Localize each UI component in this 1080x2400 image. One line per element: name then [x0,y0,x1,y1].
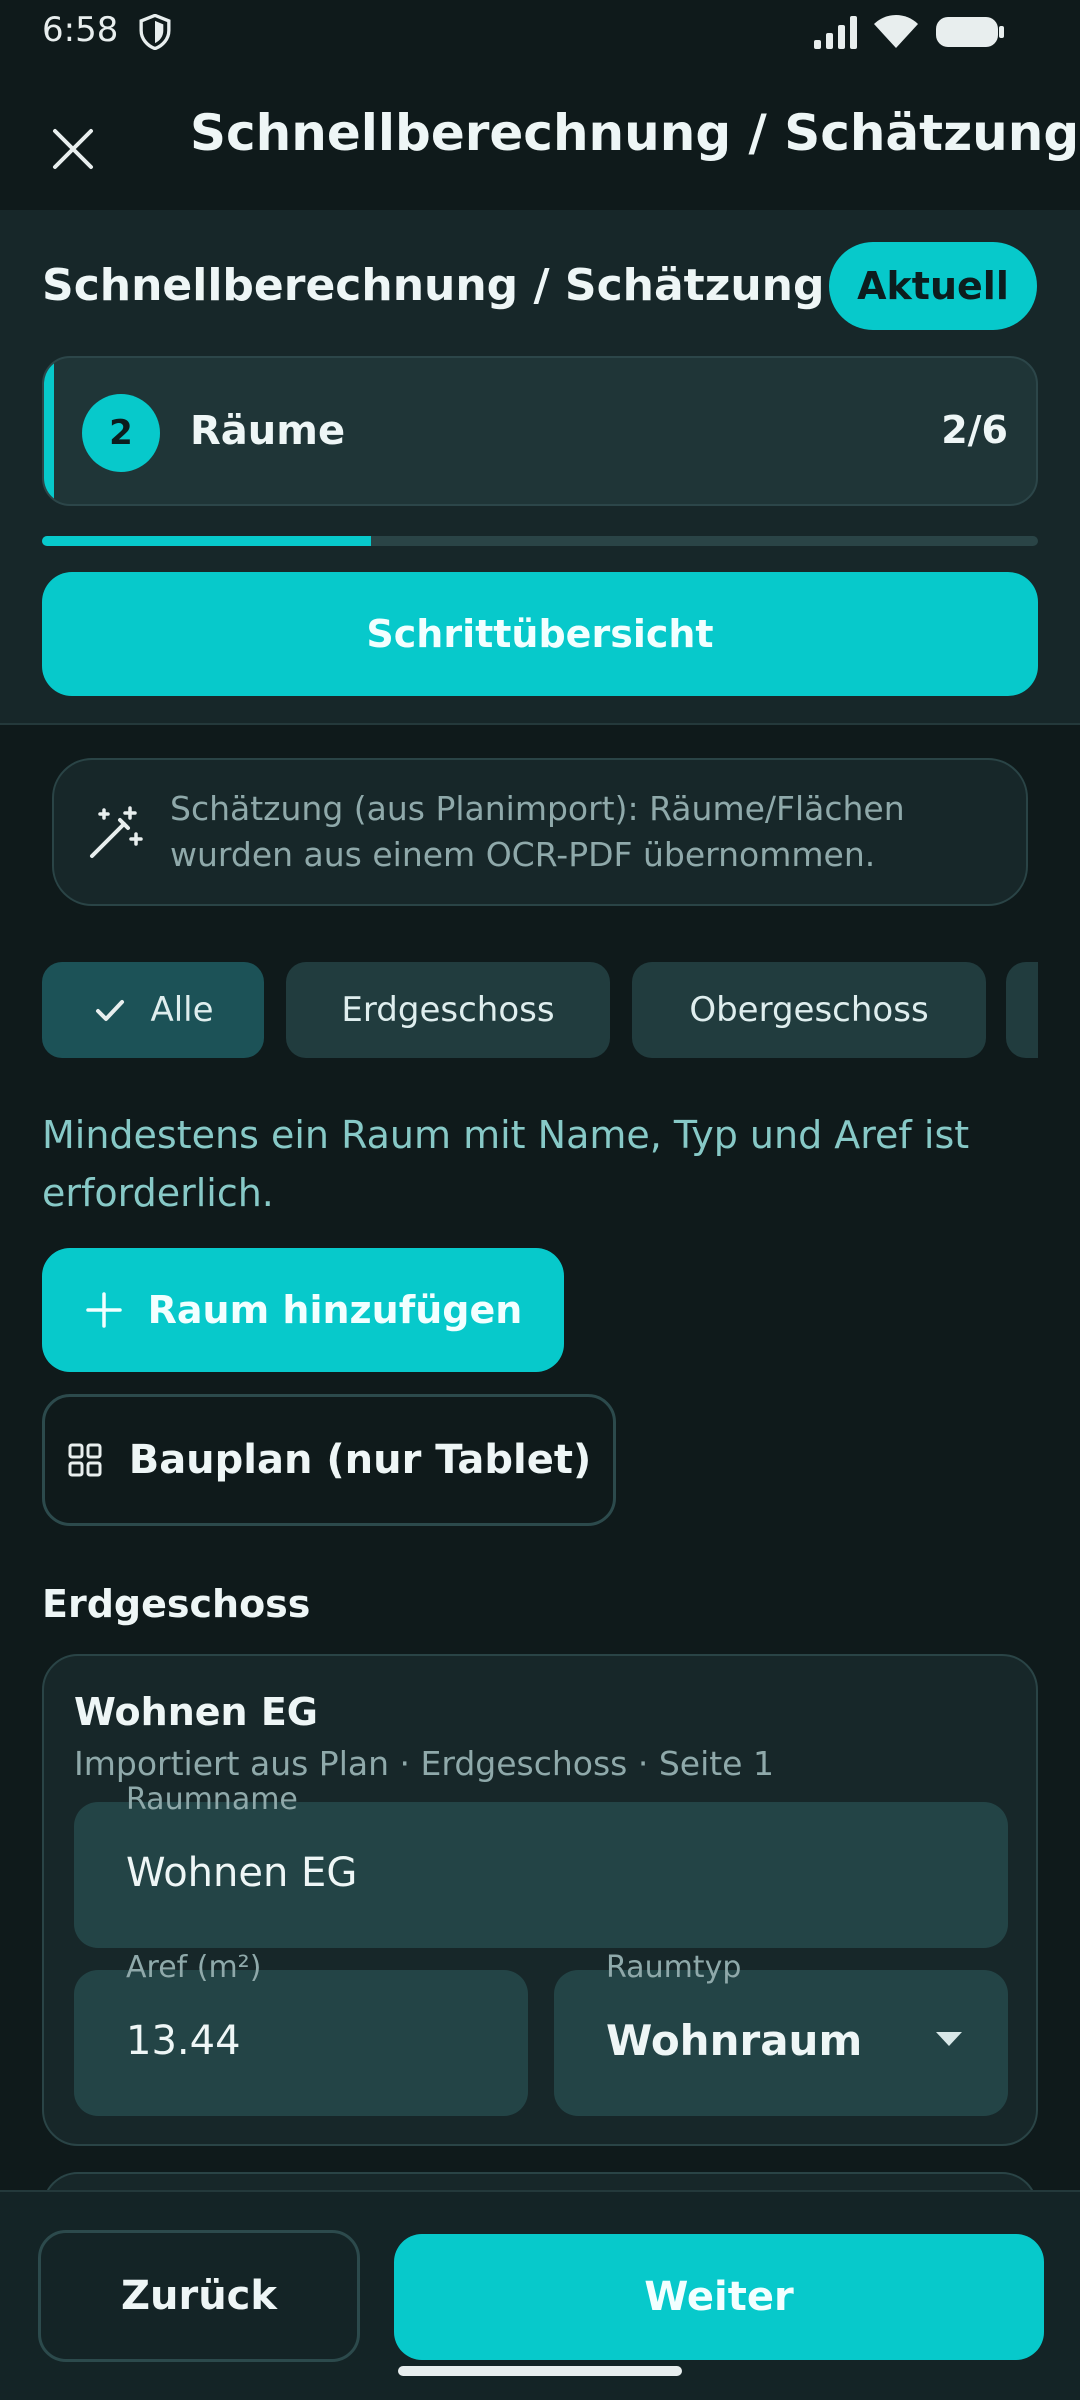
section-title-floor: Erdgeschoss [42,1582,311,1626]
step-overview-button[interactable]: Schrittübersicht [42,572,1038,696]
progress-bar [42,536,1038,546]
floor-plan-button[interactable]: Bauplan (nur Tablet) [42,1394,616,1526]
grid-icon [68,1443,102,1477]
chip-label: Alle [150,990,214,1030]
home-indicator[interactable] [398,2366,682,2376]
add-room-button[interactable]: Raum hinzufügen [42,1248,564,1372]
chip-label: Obergeschoss [689,990,929,1030]
chip-obergeschoss[interactable]: Obergeschoss [632,962,986,1058]
header-panel: Schnellberechnung / Schätzung Aktuell 2 … [0,210,1080,725]
room-title: Wohnen EG [74,1690,318,1734]
import-info-text: Schätzung (aus Planimport): Räume/Fläche… [170,789,905,874]
chip-erdgeschoss[interactable]: Erdgeschoss [286,962,610,1058]
signal-icon [814,16,857,49]
room-subtitle: Importiert aus Plan · Erdgeschoss · Seit… [74,1744,774,1783]
add-room-label: Raum hinzufügen [147,1288,523,1332]
room-name-value: Wohnen EG [126,1850,358,1896]
dropdown-arrow-icon [936,2032,962,2046]
status-badge: Aktuell [829,242,1037,330]
shield-icon [139,14,171,50]
room-type-select[interactable]: Raumtyp Wohnraum [554,1950,1008,2116]
wifi-icon [874,15,918,48]
chip-alle[interactable]: Alle [42,962,264,1058]
room-type-label: Raumtyp [606,1950,742,1985]
chip-more[interactable] [1006,962,1038,1058]
magic-wand-icon [90,806,143,858]
room-type-value: Wohnraum [606,2016,863,2065]
back-button[interactable]: Zurück [38,2230,360,2362]
app-bar: Schnellberechnung / Schätzung [0,62,1080,210]
aref-value: 13.44 [126,2018,241,2064]
battery-icon [936,17,1004,47]
app-title: Schnellberechnung / Schätzung [190,104,1080,162]
floor-plan-label: Bauplan (nur Tablet) [128,1437,592,1483]
step-number: 2 [82,394,160,472]
plus-icon [85,1292,122,1328]
aref-field[interactable]: Aref (m²) 13.44 [74,1950,528,2116]
current-step-card[interactable]: 2 Räume 2/6 [42,356,1038,506]
import-info-box: Schätzung (aus Planimport): Räume/Fläche… [52,758,1028,906]
next-button[interactable]: Weiter [394,2234,1044,2360]
progress-fill [42,536,371,546]
step-count: 2/6 [941,408,1008,452]
status-time: 6:58 [42,10,119,50]
header-title: Schnellberechnung / Schätzung [42,260,825,311]
room-card: Wohnen EG Importiert aus Plan · Erdgesch… [42,1654,1038,2146]
validation-hint: Mindestens ein Raum mit Name, Typ und Ar… [42,1113,970,1215]
room-name-field[interactable]: Raumname Wohnen EG [74,1782,1008,1948]
aref-label: Aref (m²) [126,1950,262,1985]
floor-filter-chips: Alle Erdgeschoss Obergeschoss [42,962,1038,1058]
close-icon [53,129,93,169]
step-name: Räume [190,408,346,454]
step-accent-bar [44,358,54,504]
chip-label: Erdgeschoss [341,990,555,1030]
close-button[interactable] [30,106,116,192]
status-bar: 6:58 [0,0,1080,62]
room-name-label: Raumname [126,1782,298,1817]
check-icon [96,1000,125,1021]
